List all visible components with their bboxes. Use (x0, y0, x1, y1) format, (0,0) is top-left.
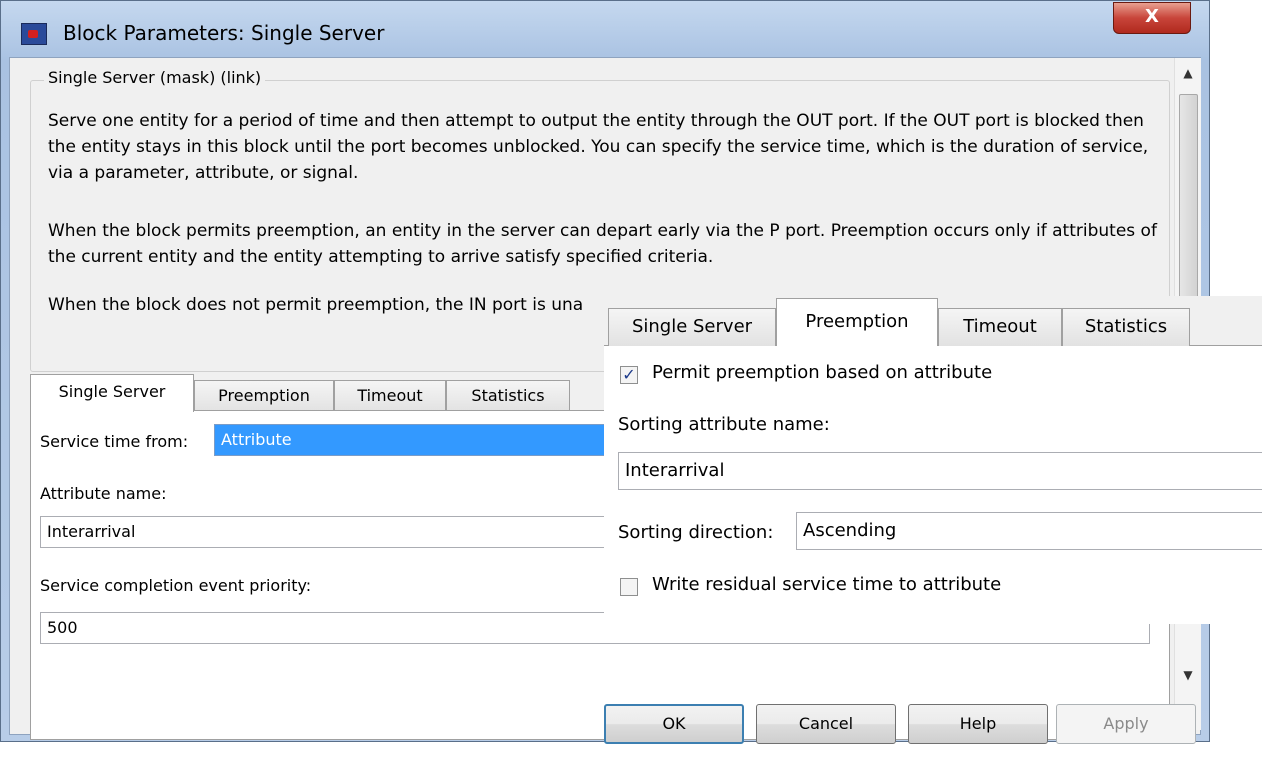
overlay-tab-timeout[interactable]: Timeout (938, 308, 1062, 346)
tab-preemption[interactable]: Preemption (194, 380, 334, 412)
tab-single-server[interactable]: Single Server (30, 374, 194, 412)
service-time-select[interactable]: Attribute (214, 424, 654, 456)
app-icon (21, 23, 47, 45)
sorting-direction-label: Sorting direction: (618, 522, 774, 543)
preemption-overlay-panel: Single Server Preemption Timeout Statist… (604, 296, 1262, 624)
permit-preemption-label: Permit preemption based on attribute (652, 362, 993, 383)
overlay-tab-statistics[interactable]: Statistics (1062, 308, 1190, 346)
close-button[interactable]: X (1113, 2, 1191, 34)
help-button[interactable]: Help (908, 704, 1048, 744)
write-residual-checkbox[interactable] (620, 578, 638, 596)
ok-button[interactable]: OK (604, 704, 744, 744)
sorting-attribute-input[interactable]: Interarrival (618, 452, 1262, 490)
permit-preemption-checkbox[interactable]: ✓ (620, 366, 638, 384)
overlay-tab-single-server[interactable]: Single Server (608, 308, 776, 346)
title-bar[interactable]: Block Parameters: Single Server X (1, 1, 1209, 61)
scroll-up-arrow-icon[interactable]: ▲ (1175, 66, 1201, 80)
write-residual-label: Write residual service time to attribute (652, 574, 1002, 595)
service-time-label: Service time from: (40, 432, 189, 451)
description-group-title: Single Server (mask) (link) (44, 68, 266, 87)
overlay-tab-preemption[interactable]: Preemption (776, 298, 938, 346)
priority-label: Service completion event priority: (40, 576, 312, 595)
window-title: Block Parameters: Single Server (63, 21, 385, 45)
sorting-attribute-label: Sorting attribute name: (618, 414, 830, 435)
apply-button[interactable]: Apply (1056, 704, 1196, 744)
cancel-button[interactable]: Cancel (756, 704, 896, 744)
description-paragraph-1: Serve one entity for a period of time an… (48, 111, 1149, 183)
attribute-name-label: Attribute name: (40, 484, 167, 503)
tab-statistics[interactable]: Statistics (446, 380, 570, 412)
sorting-direction-select[interactable]: Ascending (796, 512, 1262, 550)
description-paragraph-2: When the block permits preemption, an en… (48, 221, 1157, 267)
tab-timeout[interactable]: Timeout (334, 380, 446, 412)
scroll-down-arrow-icon[interactable]: ▼ (1175, 668, 1201, 682)
